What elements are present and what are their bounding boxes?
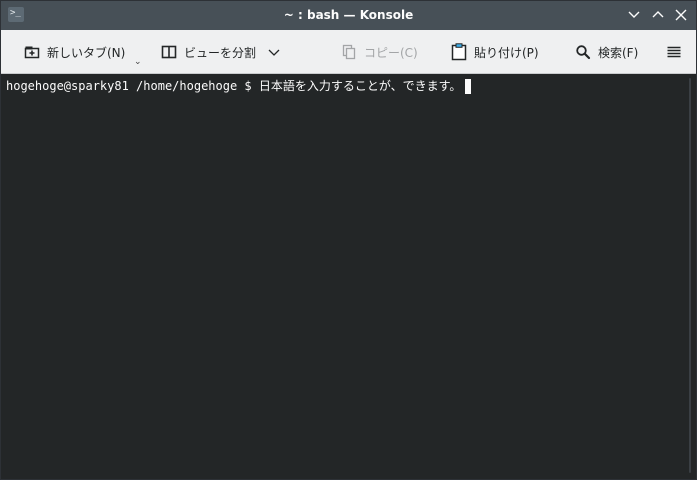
scrollbar-track[interactable] <box>689 78 691 473</box>
find-button[interactable]: 検索(F) <box>575 30 638 74</box>
command-input-text: 日本語を入力することが、できます。 <box>258 79 462 93</box>
maximize-icon[interactable] <box>648 6 668 24</box>
new-tab-button[interactable]: 新しいタブ(N) ⌄ <box>24 30 142 74</box>
minimize-icon[interactable] <box>624 6 644 24</box>
terminal-scrollbar[interactable] <box>685 74 695 477</box>
copy-button[interactable]: コピー(C) <box>341 30 418 74</box>
copy-label: コピー(C) <box>364 45 418 60</box>
terminal-line: hogehoge@sparky81 /home/hogehoge $ 日本語を入… <box>6 79 472 94</box>
find-label: 検索(F) <box>598 45 639 60</box>
title-bar[interactable]: >_ ~ : bash — Konsole <box>1 1 696 30</box>
split-view-button[interactable]: ビューを分割 <box>161 30 282 74</box>
shell-prompt: hogehoge@sparky81 /home/hogehoge $ <box>6 79 259 93</box>
hamburger-menu-button[interactable] <box>666 30 689 74</box>
new-tab-dropdown-icon[interactable]: ⌄ <box>134 57 142 67</box>
close-icon[interactable] <box>671 6 691 24</box>
window-title: ~ : bash — Konsole <box>283 8 414 22</box>
copy-icon <box>341 44 357 60</box>
split-view-icon <box>161 44 177 60</box>
konsole-window: >_ ~ : bash — Konsole 新しいタブ(N) ⌄ ビューを分割 … <box>0 0 697 480</box>
text-cursor <box>465 79 472 94</box>
paste-label: 貼り付け(P) <box>474 45 539 60</box>
paste-icon <box>451 43 467 61</box>
new-tab-icon <box>24 44 40 60</box>
chevron-down-icon[interactable] <box>266 44 282 60</box>
search-icon <box>575 44 591 60</box>
paste-button[interactable]: 貼り付け(P) <box>451 30 539 74</box>
terminal-view[interactable]: hogehoge@sparky81 /home/hogehoge $ 日本語を入… <box>1 74 696 479</box>
split-view-label: ビューを分割 <box>184 45 257 60</box>
main-toolbar: 新しいタブ(N) ⌄ ビューを分割 コピー(C) 貼り付け(P) 検索(F) <box>1 30 696 74</box>
new-tab-label: 新しいタブ(N) <box>47 45 126 60</box>
hamburger-menu-icon <box>666 44 682 60</box>
